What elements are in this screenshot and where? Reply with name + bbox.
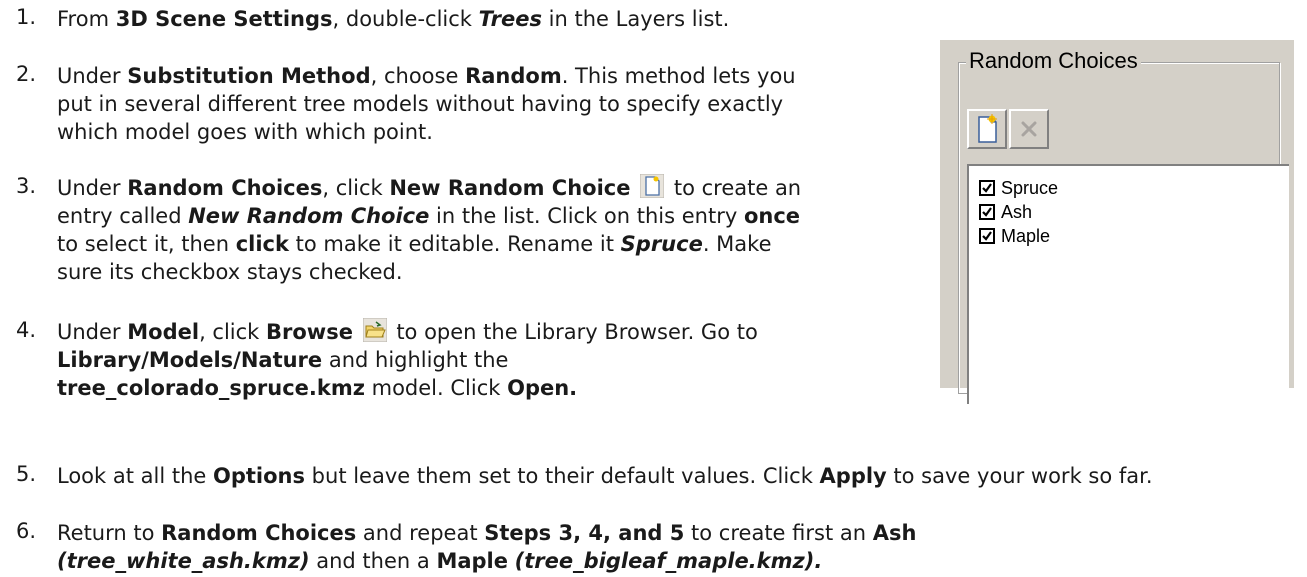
new-random-choice-button[interactable]	[967, 109, 1007, 149]
step-text: Return to Random Choices and repeat Step…	[57, 521, 917, 573]
delete-x-icon	[1011, 121, 1047, 152]
list-item[interactable]: Ash	[979, 200, 1032, 224]
new-document-icon	[969, 114, 1005, 152]
new-document-icon[interactable]	[639, 173, 665, 199]
open-folder-icon[interactable]	[362, 317, 388, 343]
delete-random-choice-button[interactable]	[1009, 109, 1049, 149]
step-text: Under Random Choices, click New Random C…	[57, 173, 802, 284]
list-item[interactable]: Maple	[979, 224, 1050, 248]
step-number: 5.	[16, 462, 37, 486]
random-choices-panel: Random Choices Spruce Ash Maple	[940, 40, 1294, 404]
checkbox[interactable]	[979, 204, 995, 220]
list-item[interactable]: Spruce	[979, 176, 1058, 200]
step-number: 2.	[16, 62, 37, 86]
checkbox[interactable]	[979, 180, 995, 196]
step-text: Under Substitution Method, choose Random…	[57, 64, 796, 144]
step-text: Look at all the Options but leave them s…	[57, 464, 1153, 488]
step-number: 3.	[16, 174, 37, 198]
step-number: 1.	[16, 5, 37, 29]
random-choices-list[interactable]: Spruce Ash Maple	[967, 164, 1289, 404]
step-number: 6.	[16, 519, 37, 543]
step-number: 4.	[16, 318, 37, 342]
group-legend: Random Choices	[966, 48, 1141, 74]
checkbox[interactable]	[979, 228, 995, 244]
step-text: Under Model, click Browse to open the Li…	[57, 317, 758, 400]
step-text: From 3D Scene Settings, double-click Tre…	[57, 7, 730, 31]
